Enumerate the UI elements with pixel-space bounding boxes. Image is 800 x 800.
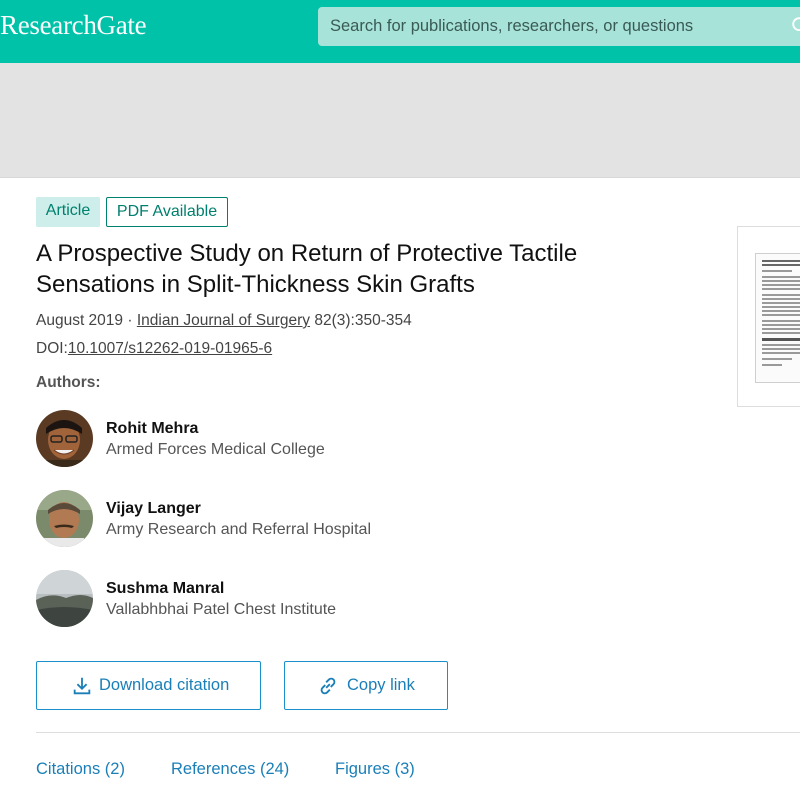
download-citation-button[interactable]: Download citation <box>36 661 261 710</box>
search-icon[interactable] <box>790 15 800 37</box>
publication-date: August 2019 <box>36 312 124 329</box>
pdf-preview-thumbnail[interactable] <box>737 226 800 407</box>
publication-meta: August 2019 · Indian Journal of Surgery … <box>36 312 412 330</box>
pdf-available-badge[interactable]: PDF Available <box>106 197 228 227</box>
download-citation-label: Download citation <box>99 676 230 694</box>
doi-label: DOI: <box>36 340 68 357</box>
author-item[interactable]: Rohit Mehra Armed Forces Medical College <box>36 410 536 470</box>
article-type-badge: Article <box>36 197 100 227</box>
tab-references[interactable]: References (24) <box>171 760 289 779</box>
author-name[interactable]: Vijay Langer <box>106 500 201 518</box>
tab-citations[interactable]: Citations (2) <box>36 760 125 779</box>
search-bar[interactable]: Search for publications, researchers, or… <box>318 7 800 46</box>
copy-link-label: Copy link <box>347 676 415 694</box>
avatar[interactable] <box>36 570 93 627</box>
pdf-page-preview <box>755 253 800 383</box>
authors-label: Authors: <box>36 374 101 391</box>
avatar[interactable] <box>36 490 93 547</box>
download-icon <box>73 677 91 695</box>
section-divider <box>36 732 800 733</box>
author-name[interactable]: Rohit Mehra <box>106 420 198 438</box>
copy-link-button[interactable]: Copy link <box>284 661 448 710</box>
publication-title: A Prospective Study on Return of Protect… <box>36 240 578 298</box>
link-icon <box>320 677 336 695</box>
doi-line: DOI:10.1007/s12262-019-01965-6 <box>36 340 272 358</box>
top-bar: ResearchGate Search for publications, re… <box>0 0 800 63</box>
tab-figures[interactable]: Figures (3) <box>335 760 415 779</box>
search-input[interactable]: Search for publications, researchers, or… <box>330 17 693 36</box>
author-institution[interactable]: Vallabhbhai Patel Chest Institute <box>106 601 336 619</box>
author-name[interactable]: Sushma Manral <box>106 580 224 598</box>
volume-pages: 82(3):350-354 <box>314 312 412 329</box>
doi-link[interactable]: 10.1007/s12262-019-01965-6 <box>68 340 272 357</box>
meta-separator: · <box>127 312 133 329</box>
journal-link[interactable]: Indian Journal of Surgery <box>137 312 310 329</box>
avatar[interactable] <box>36 410 93 467</box>
author-item[interactable]: Vijay Langer Army Research and Referral … <box>36 490 536 550</box>
researchgate-logo[interactable]: ResearchGate <box>0 10 147 41</box>
author-item[interactable]: Sushma Manral Vallabhbhai Patel Chest In… <box>36 570 536 630</box>
ad-banner <box>0 63 800 178</box>
author-institution[interactable]: Army Research and Referral Hospital <box>106 521 371 539</box>
author-institution[interactable]: Armed Forces Medical College <box>106 441 325 459</box>
